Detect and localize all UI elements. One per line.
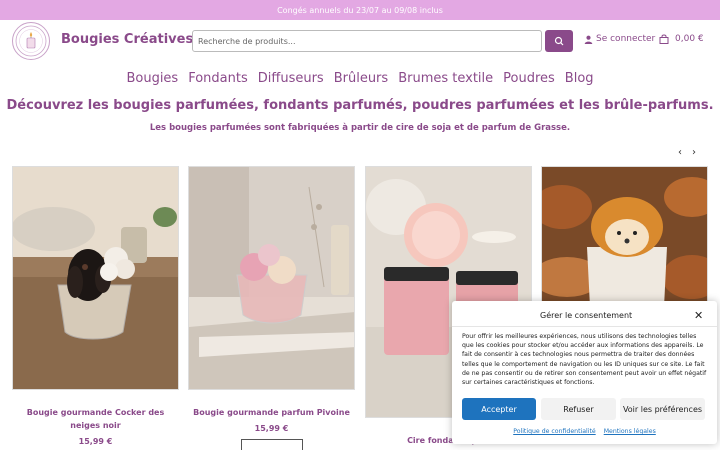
page-headline: Découvrez les bougies parfumées, fondant…	[6, 98, 714, 113]
product-card[interactable]: Bougie gourmande parfum Pivoine 15,99 €	[188, 166, 355, 450]
cart-link[interactable]: 0,00 €	[659, 34, 704, 44]
close-icon[interactable]: ✕	[694, 309, 703, 322]
candle-logo-icon	[15, 25, 47, 57]
refuse-button[interactable]: Refuser	[541, 398, 616, 420]
shopping-bag-icon	[659, 34, 669, 44]
user-icon	[584, 35, 593, 44]
chevron-right-icon[interactable]: ›	[692, 147, 696, 158]
nav-item-diffuseurs[interactable]: Diffuseurs	[258, 71, 324, 86]
search-input[interactable]	[192, 30, 542, 52]
consent-text: Pour offrir les meilleures expériences, …	[462, 333, 707, 387]
nav-item-fondants[interactable]: Fondants	[188, 71, 248, 86]
nav-item-blog[interactable]: Blog	[565, 71, 594, 86]
site-header: Bougies Créatives Se connecter 0,00 €	[0, 20, 720, 62]
product-image[interactable]	[188, 166, 355, 390]
product-price: 15,99 €	[254, 424, 289, 433]
chevron-left-icon[interactable]: ‹	[678, 147, 682, 158]
product-title[interactable]: Bougie gourmande parfum Pivoine	[188, 406, 355, 419]
preferences-button[interactable]: Voir les préférences	[620, 398, 705, 420]
privacy-policy-link[interactable]: Politique de confidentialité	[513, 428, 595, 435]
product-title[interactable]: Bougie gourmande Cocker des neiges noir	[12, 406, 179, 432]
account-link[interactable]: Se connecter	[584, 34, 655, 44]
site-logo[interactable]	[12, 22, 50, 60]
cookie-consent-dialog: Gérer le consentement ✕ Pour offrir les …	[452, 301, 717, 444]
nav-item-brumes-textile[interactable]: Brumes textile	[398, 71, 493, 86]
announcement-bar: Congés annuels du 23/07 au 09/08 inclus	[0, 0, 720, 20]
page-subheadline: Les bougies parfumées sont fabriquées à …	[149, 123, 571, 133]
announcement-text: Congés annuels du 23/07 au 09/08 inclus	[277, 5, 443, 15]
nav-item-bougies[interactable]: Bougies	[126, 71, 178, 86]
main-nav: Bougies Fondants Diffuseurs Brûleurs Bru…	[0, 71, 720, 86]
product-image[interactable]	[12, 166, 179, 390]
product-card[interactable]	[541, 166, 708, 308]
nav-item-bruleurs[interactable]: Brûleurs	[334, 71, 388, 86]
brand-name[interactable]: Bougies Créatives	[61, 32, 193, 47]
product-card[interactable]: Bougie gourmande Cocker des neiges noir …	[12, 166, 179, 450]
cart-amount: 0,00 €	[675, 34, 704, 44]
legal-notice-link[interactable]: Mentions légales	[604, 428, 656, 435]
consent-title: Gérer le consentement	[540, 311, 633, 320]
add-to-cart-button[interactable]	[240, 439, 303, 450]
product-image[interactable]	[541, 166, 708, 308]
nav-item-poudres[interactable]: Poudres	[503, 71, 555, 86]
accept-button[interactable]: Accepter	[462, 398, 536, 420]
consent-links: Politique de confidentialité Mentions lé…	[452, 428, 717, 435]
account-label: Se connecter	[596, 34, 656, 44]
search-button[interactable]	[545, 30, 573, 52]
carousel-controls: ‹ ›	[678, 147, 696, 158]
consent-divider	[452, 326, 717, 327]
product-price: 15,99 €	[78, 437, 113, 446]
search-icon	[554, 36, 564, 46]
